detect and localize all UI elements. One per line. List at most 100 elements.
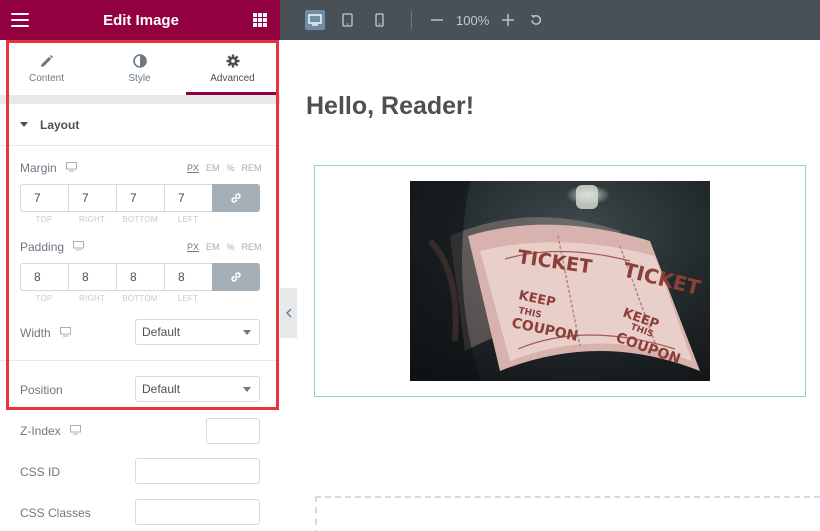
layout-section-title: Layout xyxy=(40,117,80,132)
desktop-icon xyxy=(308,14,322,26)
unit-rem[interactable]: REM xyxy=(242,242,262,252)
page-heading[interactable]: Hello, Reader! xyxy=(306,92,474,121)
padding-units: PX EM % REM xyxy=(187,242,262,252)
menu-icon[interactable] xyxy=(11,13,29,27)
side-label-left: LEFT xyxy=(177,215,199,224)
zoom-in-button[interactable] xyxy=(501,13,515,27)
position-select[interactable]: Default xyxy=(135,376,260,402)
desktop-icon[interactable] xyxy=(69,424,81,438)
tab-content-label: Content xyxy=(28,73,65,84)
css-id-label-text: CSS ID xyxy=(20,465,61,479)
margin-inputs: 7 7 7 7 xyxy=(20,184,260,212)
padding-link-button[interactable] xyxy=(212,263,260,291)
margin-label: Margin xyxy=(20,161,77,175)
dropdown-arrow-icon xyxy=(243,387,251,392)
z-index-label: Z-Index xyxy=(20,424,81,438)
position-label-text: Position xyxy=(20,383,63,397)
desktop-icon[interactable] xyxy=(73,240,85,254)
minus-icon xyxy=(431,19,443,21)
css-id-input[interactable] xyxy=(135,458,260,484)
panel-title: Edit Image xyxy=(103,11,179,29)
width-select-value: Default xyxy=(142,325,181,339)
margin-label-text: Margin xyxy=(20,161,57,175)
position-label: Position xyxy=(20,383,63,397)
side-label-bottom: BOTTOM xyxy=(122,294,158,303)
margin-top-input[interactable]: 7 xyxy=(20,184,68,212)
unit-px[interactable]: PX xyxy=(187,163,199,173)
tab-advanced-label: Advanced xyxy=(210,73,255,84)
unit-em[interactable]: EM xyxy=(206,163,220,173)
collapse-panel-handle[interactable] xyxy=(280,288,297,338)
padding-inputs: 8 8 8 8 xyxy=(20,263,260,291)
panel-body: Content Style Advanced Layout Margin PX … xyxy=(0,40,280,531)
link-icon xyxy=(231,272,241,282)
link-icon xyxy=(231,193,241,203)
gear-icon xyxy=(226,54,240,68)
top-toolbar: 100% xyxy=(280,0,820,40)
side-label-top: TOP xyxy=(35,294,53,303)
zoom-level: 100% xyxy=(456,12,490,28)
margin-side-labels: TOP RIGHT BOTTOM LEFT xyxy=(20,215,212,224)
ticket-image[interactable]: TICKET KEEP THIS COUPON TICKET KEEP THIS… xyxy=(410,181,710,381)
add-section-dropzone[interactable] xyxy=(315,496,820,531)
reset-zoom-button[interactable] xyxy=(529,13,543,27)
divider xyxy=(0,360,280,361)
tab-style[interactable]: Style xyxy=(93,40,186,95)
zoom-out-button[interactable] xyxy=(430,13,444,27)
z-index-label-text: Z-Index xyxy=(20,424,61,438)
editor-panel: Edit Image Content Style Advanced Layout… xyxy=(0,0,280,531)
toolbar-divider xyxy=(411,11,412,29)
padding-side-labels: TOP RIGHT BOTTOM LEFT xyxy=(20,294,212,303)
width-label-text: Width xyxy=(20,326,51,340)
mobile-icon xyxy=(374,13,384,27)
tab-advanced[interactable]: Advanced xyxy=(186,40,279,95)
panel-header: Edit Image xyxy=(0,0,280,40)
desktop-view-button[interactable] xyxy=(305,10,325,30)
desktop-icon[interactable] xyxy=(59,326,71,340)
padding-label: Padding xyxy=(20,240,85,254)
side-label-right: RIGHT xyxy=(79,294,105,303)
tablet-view-button[interactable] xyxy=(337,10,357,30)
padding-label-text: Padding xyxy=(20,240,65,254)
padding-right-input[interactable]: 8 xyxy=(68,263,116,291)
unit-px[interactable]: PX xyxy=(187,242,199,252)
z-index-input[interactable] xyxy=(206,418,260,444)
desktop-icon[interactable] xyxy=(65,161,77,175)
dropdown-arrow-icon xyxy=(243,330,251,335)
preview-canvas: Hello, Reader! TICKET KEEP THIS COUPON T… xyxy=(297,40,820,531)
margin-left-input[interactable]: 7 xyxy=(164,184,212,212)
position-select-value: Default xyxy=(142,382,181,396)
unit-em[interactable]: EM xyxy=(206,242,220,252)
side-label-right: RIGHT xyxy=(79,215,105,224)
half-circle-icon xyxy=(132,54,147,68)
tab-style-label: Style xyxy=(128,73,151,84)
unit-rem[interactable]: REM xyxy=(242,163,262,173)
margin-units: PX EM % REM xyxy=(187,163,262,173)
mobile-view-button[interactable] xyxy=(369,10,389,30)
css-classes-label-text: CSS Classes xyxy=(20,506,91,520)
panel-tabs: Content Style Advanced xyxy=(0,40,280,95)
unit-percent[interactable]: % xyxy=(227,163,235,173)
unit-percent[interactable]: % xyxy=(227,242,235,252)
padding-bottom-input[interactable]: 8 xyxy=(116,263,164,291)
reset-icon xyxy=(531,15,542,25)
chevron-left-icon xyxy=(285,308,291,318)
width-label: Width xyxy=(20,326,71,340)
image-widget[interactable]: TICKET KEEP THIS COUPON TICKET KEEP THIS… xyxy=(314,165,806,397)
side-label-top: TOP xyxy=(35,215,53,224)
widgets-grid-icon[interactable] xyxy=(252,13,267,27)
margin-bottom-input[interactable]: 7 xyxy=(116,184,164,212)
margin-link-button[interactable] xyxy=(212,184,260,212)
tablet-icon xyxy=(341,13,353,27)
pencil-icon xyxy=(40,54,54,68)
padding-top-input[interactable]: 8 xyxy=(20,263,68,291)
css-classes-input[interactable] xyxy=(135,499,260,525)
layout-controls: Margin PX EM % REM 7 7 7 7 TOP RIGHT BOT… xyxy=(0,145,280,531)
width-select[interactable]: Default xyxy=(135,319,260,345)
padding-left-input[interactable]: 8 xyxy=(164,263,212,291)
css-classes-label: CSS Classes xyxy=(20,506,91,520)
layout-section-toggle[interactable]: Layout xyxy=(0,104,280,145)
margin-right-input[interactable]: 7 xyxy=(68,184,116,212)
tab-content[interactable]: Content xyxy=(0,40,93,95)
side-label-left: LEFT xyxy=(177,294,199,303)
